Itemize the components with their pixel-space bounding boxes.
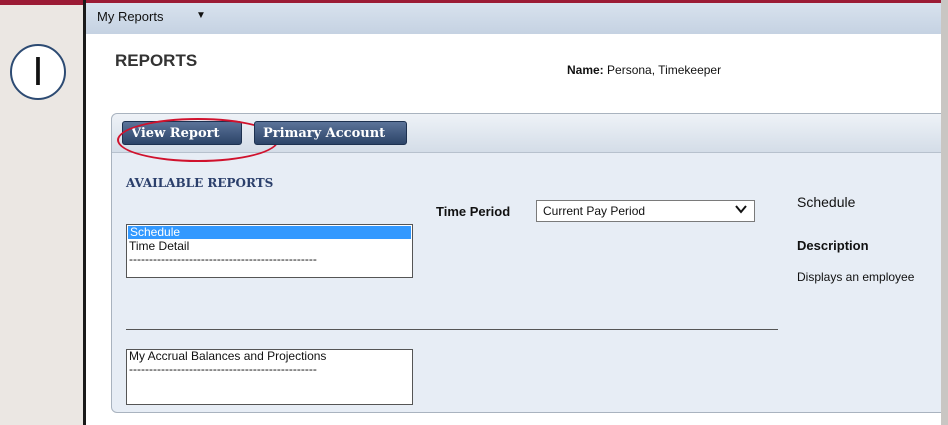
- primary-account-button[interactable]: Primary Account: [254, 121, 407, 145]
- step-marker: I: [10, 44, 66, 100]
- time-period-value: Current Pay Period: [543, 204, 646, 218]
- app-window: My Reports ▼ REPORTS Name: Persona, Time…: [86, 0, 941, 425]
- brand-bar: [0, 0, 83, 5]
- list-item[interactable]: Time Detail: [127, 240, 412, 253]
- separator: [126, 329, 778, 330]
- page-title: REPORTS: [115, 51, 198, 70]
- list-item[interactable]: Schedule: [128, 226, 411, 239]
- step-label: I: [32, 50, 44, 94]
- primary-account-label: Primary Account: [263, 125, 386, 141]
- time-period-select[interactable]: Current Pay Period: [536, 200, 755, 222]
- user-name: Name: Persona, Timekeeper: [567, 63, 721, 77]
- report-title: Schedule: [797, 194, 856, 210]
- view-report-button[interactable]: View Report: [117, 118, 279, 162]
- description-text: Displays an employee: [797, 270, 915, 284]
- caret-down-icon[interactable]: ▼: [196, 10, 206, 21]
- toolbar: View Report Primary Account: [112, 114, 941, 162]
- list-item[interactable]: My Accrual Balances and Projections: [127, 350, 412, 363]
- list-item[interactable]: ----------------------------------------…: [127, 363, 412, 376]
- name-label: Name:: [567, 63, 604, 77]
- right-edge: [941, 0, 948, 425]
- accrual-listbox[interactable]: My Accrual Balances and Projections ----…: [126, 349, 413, 405]
- my-reports-menu[interactable]: My Reports: [97, 9, 163, 24]
- time-period-label: Time Period: [436, 204, 511, 219]
- chevron-down-icon: [735, 205, 747, 214]
- name-value: Persona, Timekeeper: [607, 63, 722, 77]
- reports-listbox[interactable]: Schedule Time Detail -------------------…: [126, 224, 413, 278]
- reports-panel: View Report Primary Account AVAILABLE RE…: [111, 113, 941, 413]
- left-margin: I: [0, 0, 83, 425]
- list-item[interactable]: ----------------------------------------…: [127, 253, 412, 266]
- description-label: Description: [797, 238, 869, 253]
- view-report-label: View Report: [131, 125, 220, 141]
- menu-bar: My Reports ▼: [86, 0, 941, 34]
- available-reports-heading: AVAILABLE REPORTS: [126, 176, 274, 190]
